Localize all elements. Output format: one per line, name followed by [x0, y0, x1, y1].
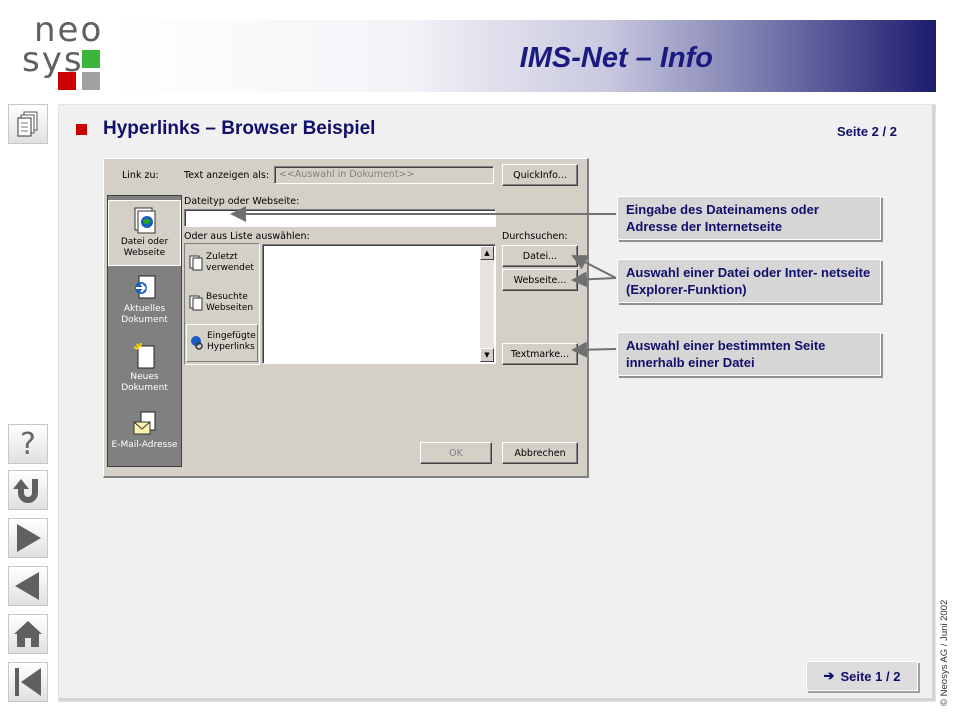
- slide-page: neo sys IMS-Net – Info ? Hyperlinks – Br…: [0, 0, 960, 720]
- callout-explorer: Auswahl einer Datei oder Inter- netseite…: [617, 259, 881, 303]
- page-1-link[interactable]: ➔ Seite 1 / 2: [806, 661, 918, 691]
- callout-filename: Eingabe des Dateinamens oder Adresse der…: [617, 196, 881, 240]
- page-1-link-label: Seite 1 / 2: [840, 668, 901, 684]
- arrow-right-icon: ➔: [823, 668, 835, 683]
- callout-bookmark: Auswahl einer bestimmten Seite innerhalb…: [617, 332, 881, 376]
- copyright: © Neosys AG / Juni 2002: [939, 599, 950, 706]
